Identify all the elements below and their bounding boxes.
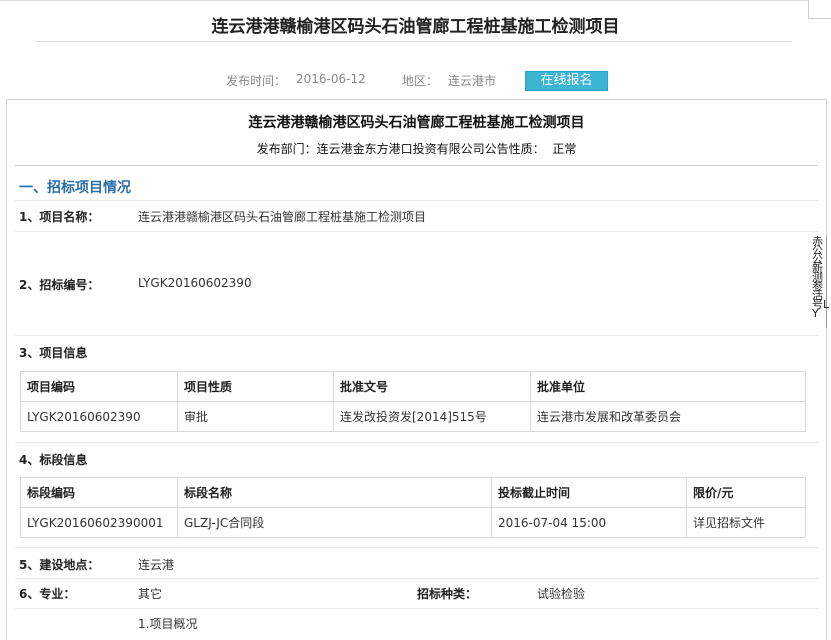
publisher-line: 发布部门：连云港金东方港口投资有限公司公告性质： 正常 [7,140,826,157]
table-header-cell: 投标截止时间 [491,477,687,508]
table-header-cell: 批准单位 [530,371,806,402]
nature-label: 公告性质： [484,142,545,156]
bid-type-label: 招标种类： [417,587,478,601]
table-header-cell: 标段编码 [20,477,178,508]
page-title: 连云港港赣榆港区码头石油管廊工程桩基施工检测项目 [211,17,620,37]
project-info-label: 3、项目信息 [19,346,88,360]
table-cell: 详见招标文件 [686,507,806,538]
publish-time-label: 发布时间： [226,74,287,88]
major-label: 6、专业： [19,587,76,601]
project-name-row: 1、项目名称： 连云港港赣榆港区码头石油管廊工程桩基施工检测项目 [15,200,818,232]
project-name-label: 1、项目名称： [19,210,100,224]
lot-info-label: 4、标段信息 [19,453,88,467]
table-cell: 审批 [177,401,334,432]
table-header-cell: 标段名称 [177,477,492,508]
dept-value: 连云港金东方港口投资有限公司 [316,142,485,156]
site-row: 5、建设地点： 连云港 [15,547,818,579]
project-name-value: 连云港港赣榆港区码头石油管廊工程桩基施工检测项目 [138,210,427,224]
lot-info-row: 4、标段信息 [15,442,818,475]
notice-panel: 连云港港赣榆港区码头石油管廊工程桩基施工检测项目 发布部门：连云港金东方港口投资… [6,99,827,640]
bid-type-value: 试验检验 [537,587,586,601]
table-header-cell: 项目编码 [20,371,178,402]
bid-number-row: 2、招标编号： LYGK20160602390 [15,232,818,336]
table-header-row: 标段编码 标段名称 投标截止时间 限价/元 [20,477,806,508]
nature-value: 正常 [552,142,577,156]
table-header-row: 项目编码 项目性质 批准文号 批准单位 [20,371,806,402]
online-signup-button[interactable]: 在线报名 [525,71,608,91]
overview-text: 1.项目概况 [138,617,198,631]
project-info-table: 项目编码 项目性质 批准文号 批准单位 LYGK20160602390 审批 连… [20,371,806,432]
table-header-cell: 项目性质 [177,371,334,402]
table-cell: GLZJ-JC合同段 [177,507,492,538]
notice-title: 连云港港赣榆港区码头石油管廊工程桩基施工检测项目 [248,115,585,131]
top-border [0,0,831,1]
site-value: 连云港 [138,558,175,572]
region-label: 地区： [402,74,439,88]
publish-time-value: 2016-06-12 [296,72,366,86]
title-divider [35,41,792,42]
bid-number-label: 2、招标编号： [19,278,100,292]
table-header-cell: 批准文号 [333,371,531,402]
meta-bar: 发布时间： 2016-06-12 地区： 连云港市 在线报名 [0,71,831,91]
side-overflow-text: 赤公公新测参活号LY [812,235,830,320]
table-row: LYGK20160602390001 GLZJ-JC合同段 2016-07-04… [20,507,806,538]
major-row: 6、专业： 其它 招标种类： 试验检验 [15,578,818,609]
table-cell: 连发改投资发[2014]515号 [333,401,531,432]
major-value: 其它 [138,587,163,601]
table-header-cell: 限价/元 [686,477,806,508]
bid-number-value: LYGK20160602390 [138,276,252,290]
section-title: 一、招标项目情况 [19,180,131,196]
dept-label: 发布部门： [256,142,317,156]
overview-row: 1.项目概况 [15,609,818,639]
table-cell: LYGK20160602390001 [20,507,178,538]
site-label: 5、建设地点： [19,558,100,572]
table-cell: LYGK20160602390 [20,401,178,432]
table-row: LYGK20160602390 审批 连发改投资发[2014]515号 连云港市… [20,401,806,432]
table-cell: 2016-07-04 15:00 [491,507,687,538]
section-bidding-info: 一、招标项目情况 [15,165,818,201]
lot-info-table: 标段编码 标段名称 投标截止时间 限价/元 LYGK20160602390001… [20,477,806,538]
table-cell: 连云港市发展和改革委员会 [530,401,806,432]
project-info-row: 3、项目信息 [15,336,818,368]
region-value: 连云港市 [448,74,497,88]
